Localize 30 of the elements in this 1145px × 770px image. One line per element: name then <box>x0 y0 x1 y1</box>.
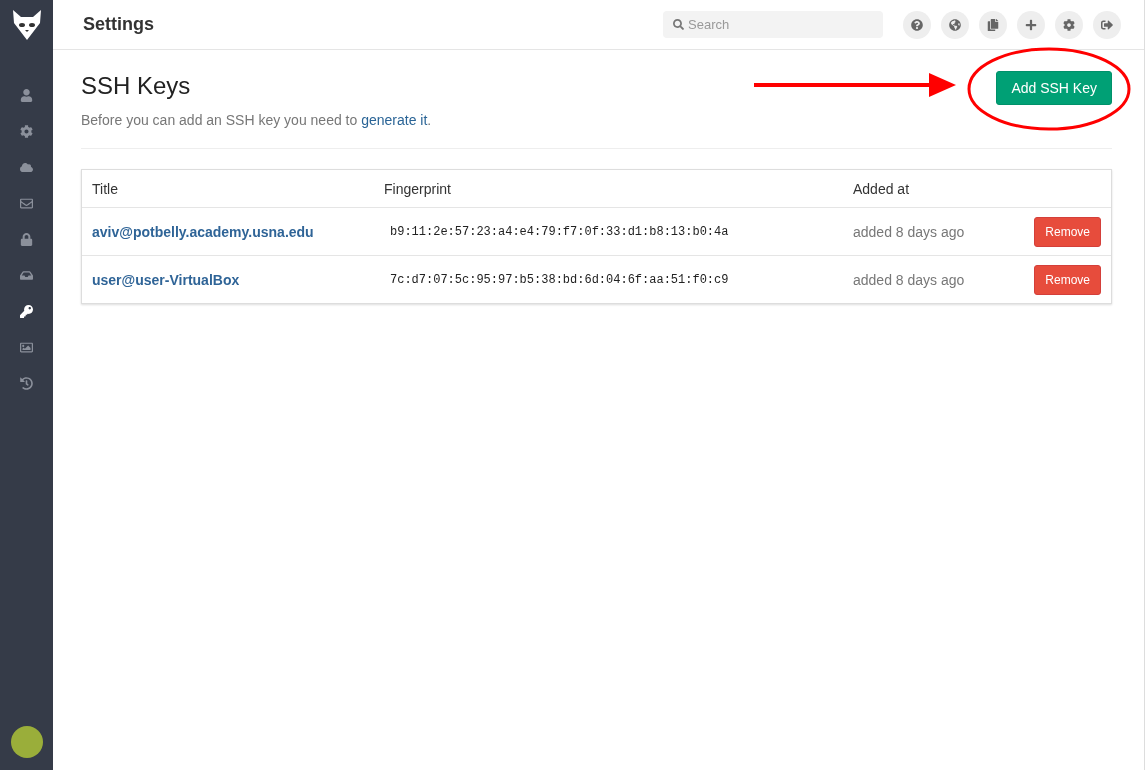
gear-button[interactable] <box>1055 10 1083 39</box>
logout-icon <box>1101 18 1113 31</box>
globe-button[interactable] <box>941 10 969 39</box>
added-time-text: added 8 days ago <box>853 271 966 288</box>
user-avatar[interactable] <box>10 726 43 758</box>
key-title-link[interactable]: user@user-VirtualBox <box>92 271 240 288</box>
fingerprint-text: b9:11:2e:57:23:a4:e4:79:f7:0f:33:d1:b8:13:b0:4a <box>389 224 730 239</box>
search-field[interactable]: Search <box>663 11 883 38</box>
add-ssh-key-button[interactable]: Add SSH Key <box>996 71 1112 105</box>
added-time-text: added 8 days ago <box>853 223 966 240</box>
column-header: Added at <box>853 180 911 197</box>
plus-button[interactable] <box>1017 10 1045 39</box>
key-title-link[interactable]: aviv@potbelly.academy.usna.edu <box>92 223 314 240</box>
column-header: Fingerprint <box>384 180 452 197</box>
gear-icon <box>1063 18 1075 31</box>
help-icon <box>911 18 923 31</box>
column-header: Title <box>92 180 119 197</box>
globe-icon <box>949 18 961 31</box>
section-title: SSH Keys <box>81 72 192 100</box>
fingerprint-text: 7c:d7:07:5c:95:97:b5:38:bd:6d:04:6f:aa:51:f0:c9 <box>389 272 730 287</box>
remove-button[interactable]: Remove <box>1034 216 1101 247</box>
search-icon <box>673 19 684 30</box>
page-header-title: Settings <box>83 14 155 35</box>
logout-button[interactable] <box>1093 10 1121 39</box>
copy-button[interactable] <box>979 10 1007 39</box>
remove-button[interactable]: Remove <box>1034 264 1101 295</box>
copy-icon <box>987 18 999 31</box>
intro-text: Before you can add an SSH key you need to generate it. <box>81 112 432 128</box>
help-button[interactable] <box>903 10 931 39</box>
plus-icon <box>1025 18 1037 31</box>
